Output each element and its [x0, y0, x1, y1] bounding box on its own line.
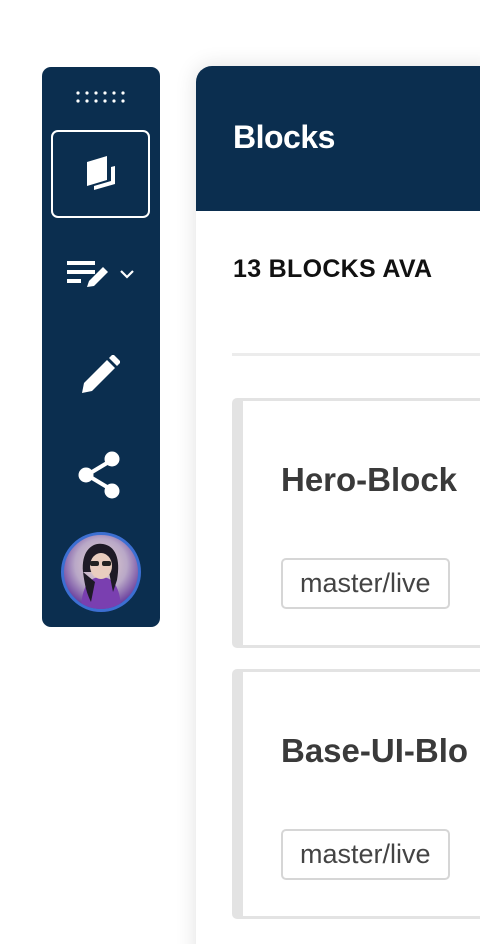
divider	[232, 353, 480, 356]
avatar-photo-icon	[81, 543, 121, 609]
side-toolbar	[42, 67, 160, 627]
blocks-icon	[86, 156, 115, 190]
block-card[interactable]: Base-UI-Blo master/live	[232, 669, 480, 919]
panel-header: Blocks	[196, 66, 480, 211]
block-name: Base-UI-Blo	[281, 732, 469, 769]
text-format-icon	[67, 261, 108, 287]
pencil-icon	[82, 355, 120, 393]
blocks-panel: Blocks 13 BLOCKS AVA Hero-Block master/l…	[196, 66, 480, 944]
edit-tool-button[interactable]	[50, 347, 150, 403]
drag-handle-icon[interactable]	[75, 90, 127, 104]
blocks-count-label: 13 BLOCKS AVA	[233, 255, 433, 283]
block-name: Hero-Block	[281, 461, 458, 498]
blocks-tool-button[interactable]	[51, 130, 150, 218]
share-tool-button[interactable]	[50, 445, 150, 505]
block-card[interactable]: Hero-Block master/live	[232, 398, 480, 648]
branch-badge: master/live	[281, 558, 450, 609]
panel-title: Blocks	[233, 119, 335, 155]
chevron-down-icon	[120, 270, 134, 279]
user-avatar[interactable]	[61, 532, 141, 612]
app-page: Blocks 13 BLOCKS AVA Hero-Block master/l…	[0, 0, 480, 944]
text-format-tool-button[interactable]	[50, 249, 150, 299]
branch-badge: master/live	[281, 829, 450, 880]
share-icon	[78, 451, 120, 499]
